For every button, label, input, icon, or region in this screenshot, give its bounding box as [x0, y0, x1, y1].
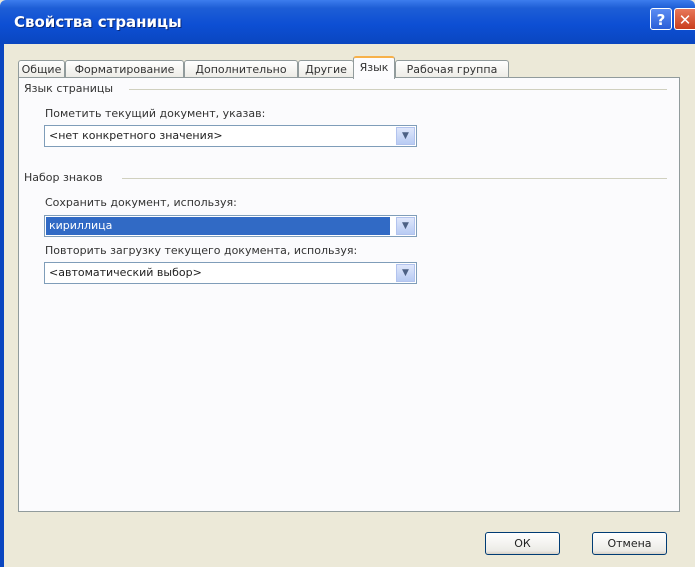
save-document-label: Сохранить документ, используя:: [45, 196, 237, 209]
title-bar[interactable]: Свойства страницы ? ✕: [0, 0, 695, 44]
tab-workgroup[interactable]: Рабочая группа: [395, 60, 509, 78]
tab-advanced[interactable]: Дополнительно: [184, 60, 298, 78]
page-language-value: <нет конкретного значения>: [49, 129, 223, 142]
help-button[interactable]: ?: [650, 8, 672, 30]
language-tab-panel: Язык страницы Пометить текущий документ,…: [18, 77, 680, 512]
tab-other[interactable]: Другие: [298, 60, 354, 78]
chevron-down-icon[interactable]: ▼: [396, 217, 415, 235]
chevron-down-icon[interactable]: ▼: [396, 127, 415, 145]
question-icon: ?: [656, 11, 666, 29]
close-icon: ✕: [678, 11, 692, 29]
tab-formatting[interactable]: Форматирование: [65, 60, 184, 78]
reload-charset-value: <автоматический выбор>: [49, 266, 202, 279]
ok-button[interactable]: ОК: [485, 532, 560, 555]
tab-language[interactable]: Язык: [353, 56, 395, 79]
reload-document-label: Повторить загрузку текущего документа, и…: [45, 244, 358, 257]
save-charset-value: кириллица: [49, 219, 113, 232]
mark-document-label: Пометить текущий документ, указав:: [45, 107, 266, 120]
page-language-select[interactable]: <нет конкретного значения> ▼: [44, 125, 417, 147]
reload-charset-select[interactable]: <автоматический выбор> ▼: [44, 262, 417, 284]
page-properties-dialog: Свойства страницы ? ✕ Общие Форматирован…: [0, 0, 695, 567]
charset-group-title: Набор знаков: [24, 171, 107, 184]
group-divider: [122, 178, 667, 179]
close-button[interactable]: ✕: [674, 8, 695, 30]
group-divider: [129, 89, 667, 90]
tab-general[interactable]: Общие: [18, 60, 65, 78]
window-frame: [0, 44, 4, 567]
window-title: Свойства страницы: [14, 13, 182, 31]
chevron-down-icon[interactable]: ▼: [396, 264, 415, 282]
save-charset-select[interactable]: кириллица ▼: [44, 215, 417, 237]
cancel-button[interactable]: Отмена: [592, 532, 667, 555]
page-language-group-title: Язык страницы: [24, 82, 118, 95]
